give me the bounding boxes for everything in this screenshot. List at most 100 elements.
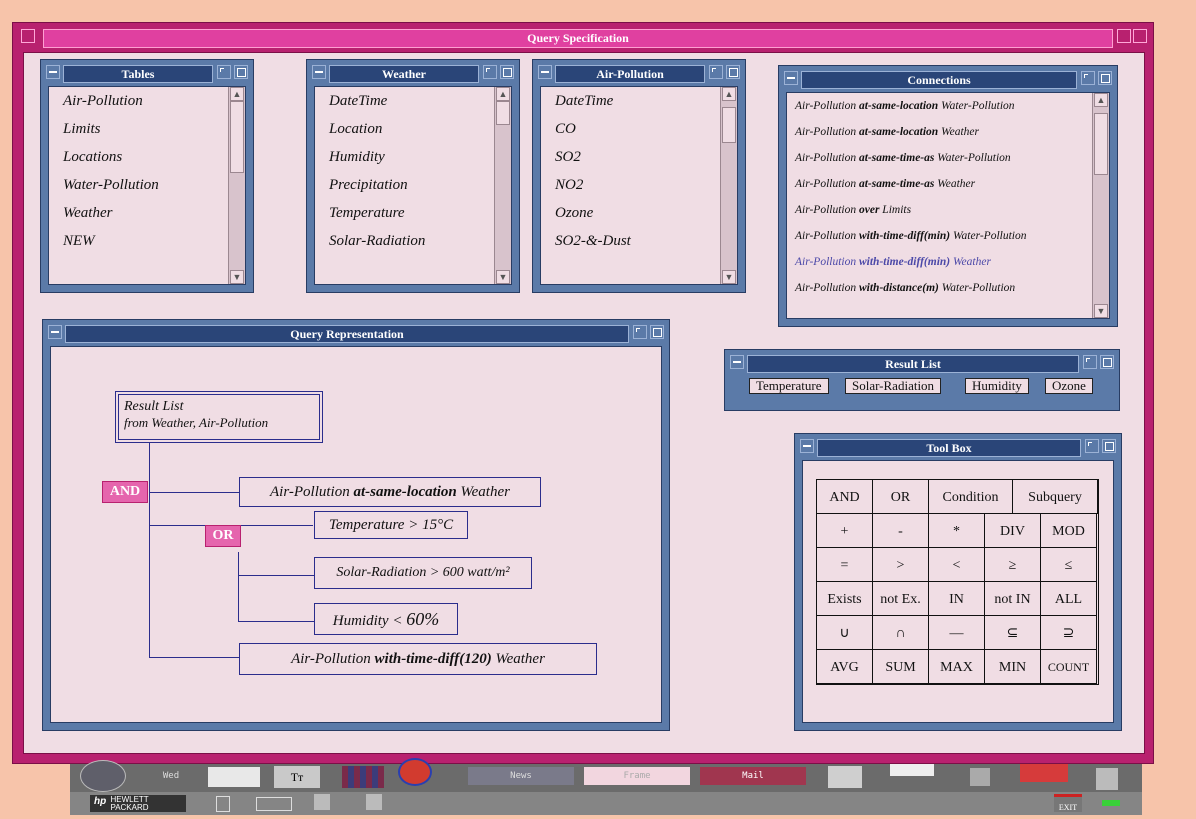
scroll-up-icon[interactable]: ▲ [722,87,736,101]
minimize-button[interactable] [1117,29,1131,43]
list-item[interactable]: Water-Pollution [49,171,227,199]
union-button[interactable]: ∪ [816,615,873,650]
in-button[interactable]: IN [928,581,985,616]
greater-equal-button[interactable]: ≥ [984,547,1041,582]
maximize-icon[interactable] [1102,439,1116,453]
exists-button[interactable]: Exists [816,581,873,616]
graphics-icon[interactable] [1020,764,1068,782]
maximize-icon[interactable] [1098,71,1112,85]
connection-item-selected[interactable]: Air-Pollution with-time-diff(min) Weathe… [787,249,1091,275]
list-item[interactable]: CO [541,115,719,143]
count-button[interactable]: COUNT [1040,649,1097,684]
trash-icon[interactable] [970,768,990,786]
news-button[interactable]: News [468,767,574,785]
editor-icon[interactable] [366,794,382,810]
div-button[interactable]: DIV [984,513,1041,548]
superset-button[interactable]: ⊇ [1040,615,1097,650]
workspace-buttons[interactable] [256,797,292,811]
maximize-icon[interactable] [650,325,664,339]
max-button[interactable]: MAX [928,649,985,684]
result-item[interactable]: Temperature [749,378,829,394]
maximize-icon[interactable] [1100,355,1114,369]
plus-button[interactable]: + [816,513,873,548]
min-button[interactable]: MIN [984,649,1041,684]
scroll-up-icon[interactable]: ▲ [230,87,244,101]
minimize-icon[interactable] [1081,71,1095,85]
scroll-up-icon[interactable]: ▲ [1094,93,1108,107]
list-item[interactable]: Location [315,115,493,143]
sum-button[interactable]: SUM [872,649,929,684]
menu-icon[interactable] [46,65,60,79]
frame-button[interactable]: Frame [584,767,690,785]
maximize-button[interactable] [1133,29,1147,43]
menu-icon[interactable] [312,65,326,79]
list-item[interactable]: Limits [49,115,227,143]
all-button[interactable]: ALL [1040,581,1097,616]
scrollbar[interactable]: ▲ ▼ [1092,93,1109,318]
menu-icon[interactable] [730,355,744,369]
scrollbar[interactable]: ▲ ▼ [494,87,511,284]
minimize-icon[interactable] [1085,439,1099,453]
books-icon[interactable] [342,766,384,788]
or-button[interactable]: OR [872,479,929,514]
printer-icon[interactable] [828,766,862,788]
maximize-icon[interactable] [234,65,248,79]
condition-node[interactable]: Humidity < 60% [314,603,458,635]
list-item[interactable]: Temperature [315,199,493,227]
result-item[interactable]: Humidity [965,378,1029,394]
calendar-icon[interactable] [890,764,934,776]
not-in-button[interactable]: not IN [984,581,1041,616]
scroll-thumb[interactable] [230,101,244,173]
condition-node[interactable]: Air-Pollution with-time-diff(120) Weathe… [239,643,597,675]
list-item[interactable]: NO2 [541,171,719,199]
list-item[interactable]: DateTime [541,87,719,115]
clock-icon[interactable] [80,760,126,792]
minimize-icon[interactable] [633,325,647,339]
exit-button[interactable]: EXIT [1054,794,1082,812]
scroll-thumb[interactable] [1094,113,1108,175]
intersection-button[interactable]: ∩ [872,615,929,650]
scrollbar[interactable]: ▲ ▼ [228,87,245,284]
greater-button[interactable]: > [872,547,929,582]
connection-item[interactable]: Air-Pollution with-distance(m) Water-Pol… [787,275,1091,301]
list-item[interactable]: Ozone [541,199,719,227]
list-item[interactable]: Humidity [315,143,493,171]
list-item[interactable]: SO2-&-Dust [541,227,719,255]
scroll-down-icon[interactable]: ▼ [230,270,244,284]
subquery-button[interactable]: Subquery [1012,479,1098,514]
menu-icon[interactable] [800,439,814,453]
style-manager-icon[interactable] [398,758,432,786]
maximize-icon[interactable] [726,65,740,79]
list-item[interactable]: SO2 [541,143,719,171]
connection-item[interactable]: Air-Pollution at-same-time-as Water-Poll… [787,145,1091,171]
minimize-icon[interactable] [483,65,497,79]
condition-button[interactable]: Condition [928,479,1013,514]
condition-node[interactable]: Temperature > 15°C [314,511,468,539]
or-operator[interactable]: OR [205,525,241,547]
list-item[interactable]: Air-Pollution [49,87,227,115]
minimize-icon[interactable] [217,65,231,79]
window-menu-button[interactable] [21,29,35,43]
connection-item[interactable]: Air-Pollution at-same-time-as Weather [787,171,1091,197]
not-exists-button[interactable]: not Ex. [872,581,929,616]
subset-button[interactable]: ⊆ [984,615,1041,650]
and-operator[interactable]: AND [102,481,148,503]
lock-icon[interactable] [216,796,230,812]
list-item[interactable]: DateTime [315,87,493,115]
result-item[interactable]: Solar-Radiation [845,378,942,394]
list-item[interactable]: Precipitation [315,171,493,199]
connection-item[interactable]: Air-Pollution at-same-location Weather [787,119,1091,145]
less-equal-button[interactable]: ≤ [1040,547,1097,582]
lock-screen-icon[interactable] [1096,768,1118,790]
result-item[interactable]: Ozone [1045,378,1093,394]
text-editor-icon[interactable]: Tт [274,766,320,788]
and-button[interactable]: AND [816,479,873,514]
difference-button[interactable]: — [928,615,985,650]
connection-item[interactable]: Air-Pollution with-time-diff(min) Water-… [787,223,1091,249]
minimize-icon[interactable] [709,65,723,79]
performance-meter-icon[interactable] [208,767,260,787]
menu-icon[interactable] [784,71,798,85]
menu-icon[interactable] [538,65,552,79]
multiply-button[interactable]: * [928,513,985,548]
scroll-down-icon[interactable]: ▼ [722,270,736,284]
